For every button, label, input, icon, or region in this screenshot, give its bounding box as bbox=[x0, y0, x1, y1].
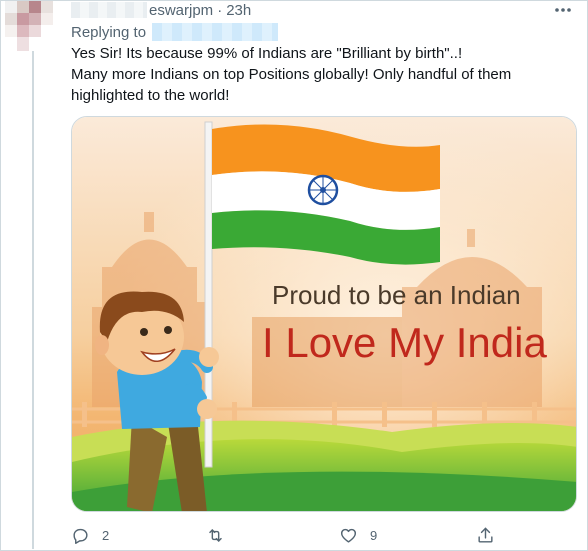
share-icon bbox=[478, 527, 493, 543]
share-button[interactable] bbox=[476, 523, 495, 547]
more-options-icon[interactable] bbox=[552, 1, 574, 19]
heart-icon bbox=[340, 528, 357, 543]
tweet-text-line: highlighted to the world! bbox=[71, 87, 230, 104]
replying-to: Replying to bbox=[71, 23, 279, 41]
avatar[interactable] bbox=[5, 1, 57, 51]
reply-button[interactable]: 2 bbox=[71, 523, 109, 547]
image-caption-line1: Proud to be an Indian bbox=[272, 280, 521, 310]
tweet-header: eswarjpm · 23h bbox=[71, 1, 251, 19]
replying-to-user-redacted[interactable] bbox=[152, 23, 279, 41]
reply-count: 2 bbox=[102, 527, 110, 543]
retweet-icon bbox=[209, 528, 222, 542]
user-handle[interactable]: eswarjpm bbox=[149, 2, 213, 19]
like-button[interactable]: 9 bbox=[339, 523, 377, 547]
tweet-container: eswarjpm · 23h Replying to Yes Sir! Its … bbox=[0, 0, 588, 551]
tweet-text-line: Yes Sir! Its because 99% of Indians are … bbox=[71, 45, 463, 62]
display-name-redacted[interactable] bbox=[71, 2, 147, 18]
replying-to-label: Replying to bbox=[71, 23, 147, 41]
tweet-text-line: Many more Indians on top Positions globa… bbox=[71, 66, 512, 83]
retweet-button[interactable] bbox=[206, 523, 237, 547]
timestamp[interactable]: 23h bbox=[226, 2, 251, 19]
separator: · bbox=[217, 1, 223, 19]
tweet-text: Yes Sir! Its because 99% of Indians are … bbox=[71, 43, 571, 106]
image-caption-line2: I Love My India bbox=[262, 319, 547, 366]
action-bar: 2 9 bbox=[71, 523, 511, 547]
like-count: 9 bbox=[370, 527, 378, 543]
thread-line bbox=[32, 51, 34, 549]
reply-icon bbox=[73, 528, 88, 544]
tweet-image[interactable]: Proud to be an Indian I Love My India bbox=[71, 116, 577, 512]
